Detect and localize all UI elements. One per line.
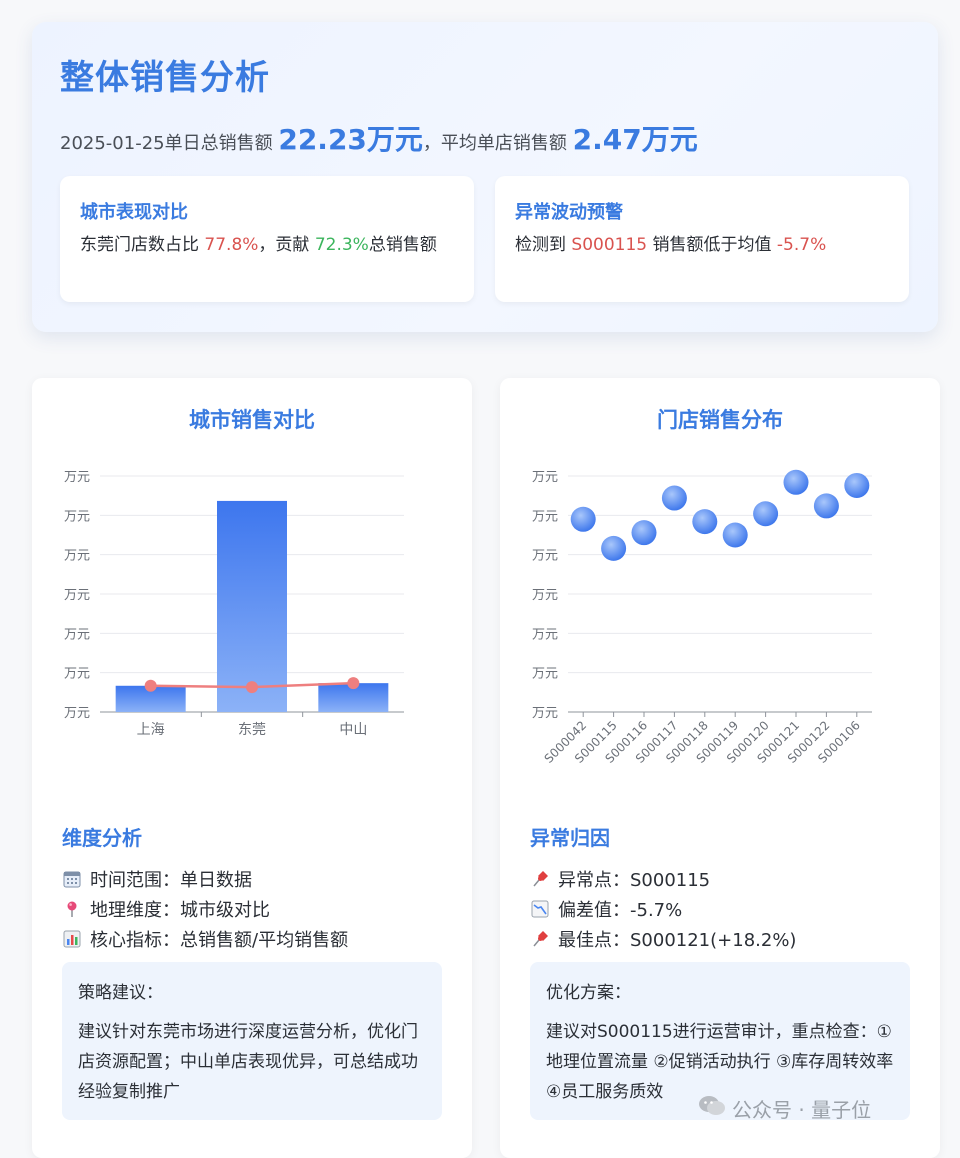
list-item: 时间范围：单日数据 — [62, 864, 348, 894]
watermark: 公众号 · 量子位 — [698, 1094, 871, 1123]
wechat-icon — [698, 1095, 726, 1122]
city-chart-title: 城市销售对比 — [189, 408, 315, 432]
x-tick-label: 上海 — [137, 722, 165, 738]
dimension-item-text: 时间范围：单日数据 — [90, 870, 252, 891]
y-tick-label: 万元 — [532, 706, 558, 721]
sales-summary: 2025-01-25单日总销售额 22.23万元，平均单店销售额 2.47万元 — [60, 118, 698, 158]
list-item: 地理维度：城市级对比 — [62, 894, 348, 924]
y-tick-label: 万元 — [64, 549, 90, 564]
anomaly-item-text: 偏差值：-5.7% — [558, 900, 683, 921]
store-sales-chart: 万元万元万元万元万元万元万元S000042S000115S000116S0001… — [532, 469, 872, 766]
bar-chart-icon — [62, 929, 82, 949]
avg-sales-value: 2.47万元 — [572, 123, 698, 156]
sales-share-value: 72.3% — [314, 235, 369, 255]
strategy-title: 策略建议： — [78, 983, 163, 1003]
y-tick-label: 万元 — [64, 588, 90, 603]
y-tick-label: 万元 — [64, 627, 90, 642]
city-sales-panel: 城市销售对比 万元 万元 万元 万元 万元 万元 万元 上海 东莞 中山 维度分析 时间范围：单日… — [32, 378, 472, 1158]
point-S000116 — [631, 520, 657, 546]
location-pin-icon — [62, 899, 82, 919]
store-chart-title: 门店销售分布 — [657, 408, 783, 432]
point-S000042 — [570, 506, 596, 532]
y-tick-label: 万元 — [532, 549, 558, 564]
total-sales-value: 22.23万元 — [278, 123, 423, 156]
anomaly-alert-box: 异常波动预警 检测到 S000115 销售额低于均值 -5.7% — [495, 176, 909, 302]
anomaly-alert-title: 异常波动预警 — [515, 202, 623, 223]
optimization-title: 优化方案： — [546, 983, 631, 1003]
point-S000120 — [753, 501, 779, 527]
dimension-list: 时间范围：单日数据 地理维度：城市级对比 核心指标：总销售额/平均销售额 — [62, 864, 348, 954]
calendar-icon — [62, 869, 82, 889]
alert-text-1: 检测到 — [515, 235, 566, 255]
store-sales-panel: 门店销售分布 万元 万元 万元 万元 万元 万元 万元 S000042 S000115 S0001… — [500, 378, 940, 1158]
y-tick-label: 万元 — [532, 667, 558, 682]
store-share-value: 77.8% — [204, 235, 259, 255]
city-text-3: 总销售额 — [368, 235, 437, 255]
point-S000117 — [661, 485, 687, 511]
chart-decreasing-icon — [530, 899, 550, 919]
point-S000115 — [601, 535, 627, 561]
y-tick-label: 万元 — [532, 470, 558, 485]
alert-deviation: -5.7% — [776, 235, 827, 255]
strategy-box: 策略建议： 建议针对东莞市场进行深度运营分析，优化门店资源配置；中山单店表现优异… — [62, 962, 442, 1120]
bar-东莞 — [217, 500, 287, 712]
anomaly-item-text: 异常点：S000115 — [558, 870, 711, 891]
y-tick-label: 万元 — [532, 588, 558, 603]
y-tick-label: 万元 — [64, 706, 90, 721]
city-sales-chart: 万元万元万元万元万元万元万元上海 东莞 中山 — [64, 470, 404, 738]
avg-sales-label: ，平均单店销售额 — [422, 133, 567, 154]
x-tick-label: 东莞 — [238, 722, 266, 738]
y-tick-label: 万元 — [64, 470, 90, 485]
city-comparison-title: 城市表现对比 — [80, 202, 188, 223]
alert-text-2: 销售额低于均值 — [652, 235, 772, 255]
anomaly-item-text: 最佳点：S000121(+18.2%) — [558, 930, 797, 951]
dimension-item-text: 地理维度：城市级对比 — [90, 900, 270, 921]
line-point-东莞 — [246, 681, 258, 694]
point-S000122 — [813, 493, 839, 519]
anomaly-title: 异常归因 — [530, 826, 610, 850]
city-text-1: 东莞门店数占比 — [80, 235, 199, 255]
point-S000106 — [844, 472, 870, 498]
line-point-中山 — [347, 677, 360, 690]
y-tick-label: 万元 — [532, 627, 558, 642]
strategy-text: 建议针对东莞市场进行深度运营分析，优化门店资源配置；中山单店表现优异，可总结成功… — [78, 1022, 418, 1102]
summary-date-label: 2025-01-25单日总销售额 — [60, 133, 273, 154]
point-S000121 — [783, 469, 809, 495]
line-point-上海 — [144, 679, 157, 692]
dimension-item-text: 核心指标：总销售额/平均销售额 — [90, 930, 349, 951]
y-tick-label: 万元 — [64, 509, 90, 524]
pushpin-icon — [530, 929, 550, 949]
y-tick-label: 万元 — [532, 509, 558, 524]
alert-store-id: S000115 — [571, 235, 648, 255]
summary-card: 整体销售分析 2025-01-25单日总销售额 22.23万元，平均单店销售额 … — [32, 22, 938, 332]
list-item: 最佳点：S000121(+18.2%) — [530, 924, 796, 954]
pushpin-icon — [530, 869, 550, 889]
page-title: 整体销售分析 — [60, 58, 270, 98]
list-item: 核心指标：总销售额/平均销售额 — [62, 924, 348, 954]
y-tick-label: 万元 — [64, 667, 90, 682]
point-S000118 — [692, 509, 718, 535]
city-comparison-text: 东莞门店数占比 77.8%，贡献 72.3%总销售额 — [80, 230, 454, 260]
city-comparison-box: 城市表现对比 东莞门店数占比 77.8%，贡献 72.3%总销售额 — [60, 176, 474, 302]
city-text-2: ，贡献 — [258, 235, 310, 255]
x-tick-label: 中山 — [339, 722, 367, 738]
list-item: 偏差值：-5.7% — [530, 894, 796, 924]
point-S000119 — [722, 522, 748, 548]
anomaly-alert-text: 检测到 S000115 销售额低于均值 -5.7% — [515, 230, 889, 260]
dimension-title: 维度分析 — [62, 826, 142, 850]
watermark-text: 公众号 · 量子位 — [732, 1098, 872, 1122]
anomaly-list: 异常点：S000115 偏差值：-5.7% 最佳点：S000121(+18.2%… — [530, 864, 796, 954]
list-item: 异常点：S000115 — [530, 864, 796, 894]
